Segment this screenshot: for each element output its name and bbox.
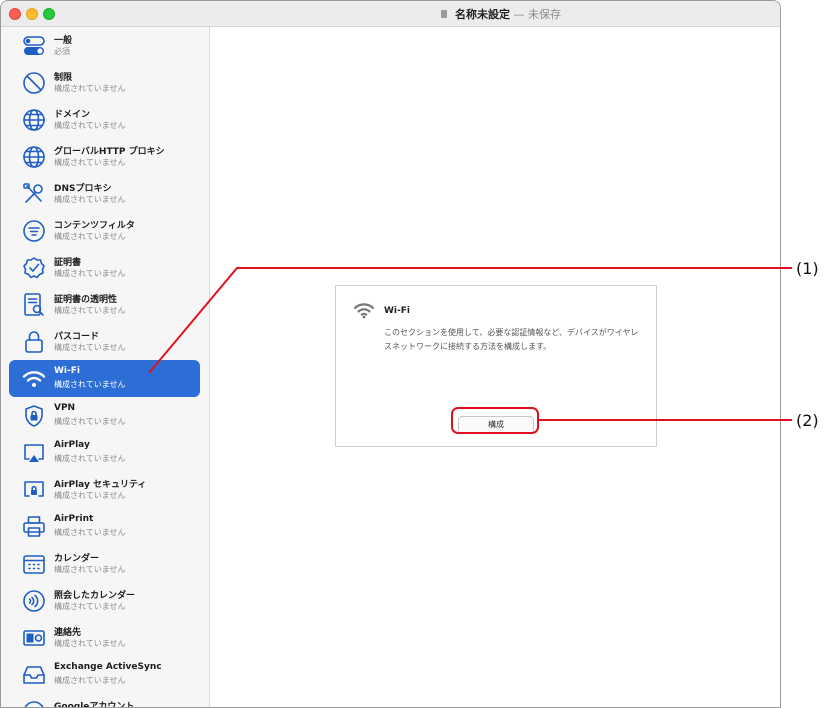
wifi-icon (353, 303, 375, 319)
title-bar: 名称未設定 — 未保存 (1, 1, 780, 27)
sidebar-item-11[interactable]: AirPlay 構成されていません (9, 434, 200, 471)
sidebar-item-16[interactable]: 連絡先 構成されていません (9, 619, 200, 656)
sidebar-item-9[interactable]: Wi-Fi 構成されていません (9, 360, 200, 397)
calendar-icon (21, 551, 47, 577)
sidebar-item-label: パスコード (54, 332, 100, 342)
sidebar-item-status: 構成されていません (54, 195, 126, 204)
sidebar-item-label: 照会したカレンダー (54, 591, 136, 601)
subscribed-calendar-icon (21, 588, 47, 614)
sidebar-item-5[interactable]: コンテンツフィルタ 構成されていません (9, 212, 200, 249)
sidebar-item-18[interactable]: Googleアカウント (9, 693, 200, 708)
minimize-window-button[interactable] (26, 8, 38, 20)
sidebar-item-label: グローバルHTTP プロキシ (54, 147, 165, 157)
sidebar-item-status: 構成されていません (54, 565, 126, 574)
sidebar-item-status: 構成されていません (54, 158, 126, 167)
title-separator: — (513, 8, 525, 21)
sidebar-item-10[interactable]: VPN 構成されていません (9, 397, 200, 434)
sidebar-item-status: 構成されていません (54, 417, 126, 426)
callout-label-1: (1) (796, 259, 819, 278)
sidebar-item-status: 構成されていません (54, 121, 126, 130)
sidebar-item-3[interactable]: グローバルHTTP プロキシ 構成されていません (9, 138, 200, 175)
restrictions-icon (21, 70, 47, 96)
sidebar-item-status: 構成されていません (54, 380, 126, 389)
document-icon (441, 10, 447, 18)
card-description: このセクションを使用して、必要な認証情報など、デバイスがワイヤレスネットワークに… (384, 328, 639, 351)
app-window: 名称未設定 — 未保存 一般 必須 制限 構成されていません ドメイン 構成されていません… (0, 0, 781, 708)
filter-icon (21, 218, 47, 244)
sidebar-item-status: 構成されていません (54, 676, 126, 685)
mail-tray-icon (21, 662, 47, 688)
save-status: 未保存 (528, 8, 561, 21)
window-title: 名称未設定 — 未保存 (455, 6, 561, 22)
sidebar-item-label: カレンダー (54, 554, 100, 564)
toggle-icon (21, 33, 47, 59)
sidebar-item-status: 構成されていません (54, 232, 126, 241)
wifi-icon (21, 366, 47, 392)
sidebar-item-label: Wi-Fi (54, 366, 80, 376)
sidebar-item-status: 構成されていません (54, 84, 126, 93)
sidebar-item-13[interactable]: AirPrint 構成されていません (9, 508, 200, 545)
sidebar-item-label: 証明書の透明性 (54, 295, 118, 305)
vpn-shield-icon (21, 403, 47, 429)
sidebar-item-status: 必須 (54, 47, 70, 56)
sidebar-item-status: 構成されていません (54, 454, 126, 463)
sidebar-item-label: 連絡先 (54, 628, 82, 638)
sidebar-item-status: 構成されていません (54, 528, 126, 537)
certificate-transparency-icon (21, 292, 47, 318)
sidebar-item-15[interactable]: 照会したカレンダー 構成されていません (9, 582, 200, 619)
sidebar-item-label: Exchange ActiveSync (54, 662, 162, 672)
sidebar-item-17[interactable]: Exchange ActiveSync 構成されていません (9, 656, 200, 693)
certificate-icon (21, 255, 47, 281)
callout-label-2: (2) (796, 411, 819, 430)
sidebar-item-4[interactable]: DNSプロキシ 構成されていません (9, 175, 200, 212)
sidebar-item-label: ドメイン (54, 110, 91, 120)
sidebar-item-status: 構成されていません (54, 269, 126, 278)
printer-icon (21, 514, 47, 540)
card-title: Wi-Fi (384, 306, 410, 316)
sidebar-item-label: Googleアカウント (54, 702, 135, 708)
sidebar-item-status: 構成されていません (54, 306, 126, 315)
payload-sidebar: 一般 必須 制限 構成されていません ドメイン 構成されていません グローバルHTTP プロ… (1, 27, 210, 708)
sidebar-item-6[interactable]: 証明書 構成されていません (9, 249, 200, 286)
wifi-section-card: Wi-Fi このセクションを使用して、必要な認証情報など、デバイスがワイヤレスネ… (335, 285, 657, 447)
sidebar-item-2[interactable]: ドメイン 構成されていません (9, 101, 200, 138)
zoom-window-button[interactable] (43, 8, 55, 20)
sidebar-item-label: AirPlay セキュリティ (54, 480, 147, 490)
lock-icon (21, 329, 47, 355)
airplay-security-icon (21, 477, 47, 503)
sidebar-item-status: 構成されていません (54, 602, 126, 611)
sidebar-item-label: 一般 (54, 36, 73, 46)
sidebar-item-7[interactable]: 証明書の透明性 構成されていません (9, 286, 200, 323)
close-window-button[interactable] (9, 8, 21, 20)
sidebar-item-label: 証明書 (54, 258, 82, 268)
sidebar-item-8[interactable]: パスコード 構成されていません (9, 323, 200, 360)
sidebar-item-12[interactable]: AirPlay セキュリティ 構成されていません (9, 471, 200, 508)
sidebar-item-label: VPN (54, 403, 76, 413)
sidebar-item-14[interactable]: カレンダー 構成されていません (9, 545, 200, 582)
main-pane: Wi-Fi このセクションを使用して、必要な認証情報など、デバイスがワイヤレスネ… (211, 27, 780, 707)
sidebar-item-label: DNSプロキシ (54, 184, 112, 194)
sidebar-item-label: 制限 (54, 73, 73, 83)
sidebar-item-status: 構成されていません (54, 491, 126, 500)
google-account-icon (21, 699, 47, 707)
configure-button[interactable]: 構成 (458, 416, 534, 434)
contacts-icon (21, 625, 47, 651)
document-name: 名称未設定 (455, 8, 510, 21)
sidebar-item-label: AirPrint (54, 514, 94, 524)
airplay-icon (21, 440, 47, 466)
sidebar-item-0[interactable]: 一般 必須 (9, 27, 200, 64)
sidebar-item-1[interactable]: 制限 構成されていません (9, 64, 200, 101)
globe-icon (21, 107, 47, 133)
tools-icon (21, 181, 47, 207)
globe-icon (21, 144, 47, 170)
sidebar-item-label: AirPlay (54, 440, 90, 450)
sidebar-item-status: 構成されていません (54, 639, 126, 648)
sidebar-item-label: コンテンツフィルタ (54, 221, 135, 231)
sidebar-item-status: 構成されていません (54, 343, 126, 352)
